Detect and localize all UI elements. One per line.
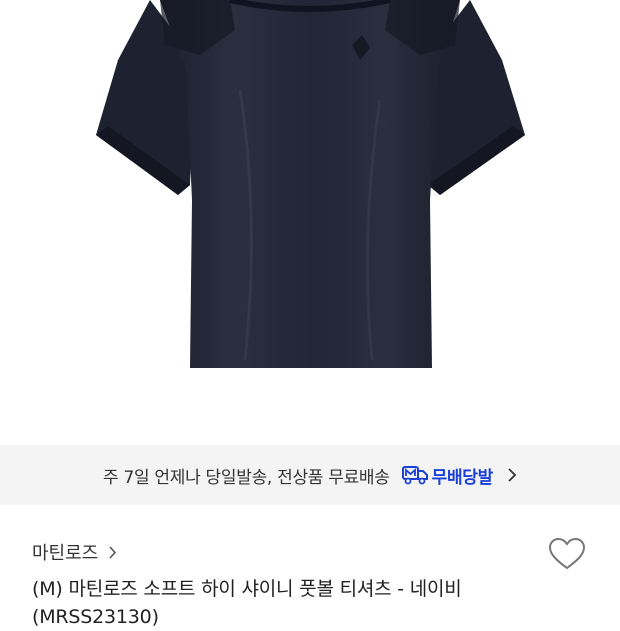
chevron-right-icon (108, 545, 117, 560)
badge-label: 무배당발 (431, 467, 494, 488)
product-info: 마틴로즈 (M) 마틴로즈 소프트 하이 샤이니 풋볼 티셔츠 - 네이비 (M… (0, 505, 620, 628)
product-title: (M) 마틴로즈 소프트 하이 샤이니 풋볼 티셔츠 - 네이비 (MRSS23… (32, 578, 462, 628)
m-truck-icon (401, 465, 428, 485)
brand-name: 마틴로즈 (32, 543, 99, 564)
chevron-right-icon (507, 467, 517, 483)
brand-link[interactable]: 마틴로즈 (32, 539, 117, 565)
like-button[interactable] (547, 536, 587, 576)
product-image[interactable] (0, 0, 620, 445)
shipping-banner-text: 주 7일 언제나 당일발송, 전상품 무료배송 (103, 467, 390, 488)
shipping-banner[interactable]: 주 7일 언제나 당일발송, 전상품 무료배송 무배당발 (0, 445, 620, 505)
heart-outline-icon (548, 537, 586, 575)
free-shipping-badge: 무배당발 (401, 463, 494, 488)
navy-tshirt-illustration (96, 0, 525, 368)
